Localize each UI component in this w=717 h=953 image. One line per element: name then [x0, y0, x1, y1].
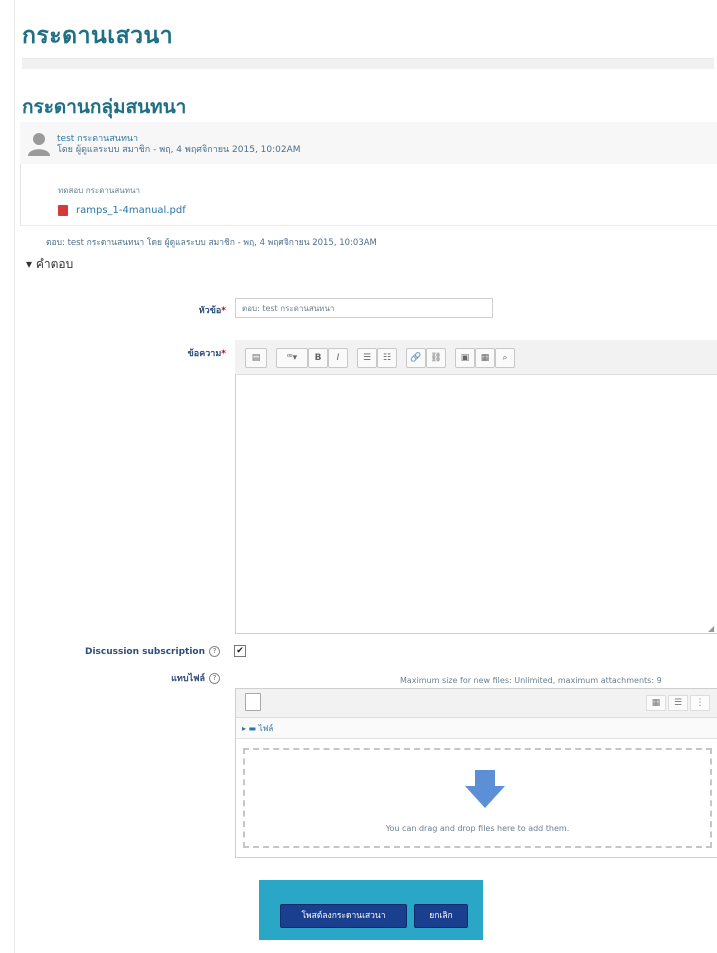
italic-button[interactable]: I: [328, 348, 348, 368]
file-manager-toolbar: [236, 689, 717, 718]
page-left-border: [14, 0, 15, 953]
help-icon[interactable]: ?: [209, 673, 220, 684]
subject-label: หัวข้อ*: [198, 306, 226, 316]
list-view-icon[interactable]: ☰: [668, 695, 688, 711]
pdf-file-icon: [58, 205, 68, 216]
reply-info: ตอบ: test กระดานสนทนา โดย ผู้ดูแลระบบ สม…: [46, 238, 377, 248]
reply-section-title: คำตอบ: [35, 257, 74, 271]
subject-input[interactable]: ตอบ: test กระดานสนทนา: [235, 298, 493, 318]
tree-view-icon[interactable]: ⋮: [690, 695, 710, 711]
folder-icon: ▸ ▬: [242, 724, 259, 733]
download-arrow-icon: [465, 770, 505, 808]
dropzone-text: You can drag and drop files here to add …: [385, 824, 570, 833]
title-separator: [22, 58, 714, 69]
bullet-list-button[interactable]: ☰: [357, 348, 377, 368]
image-icon[interactable]: ▣: [455, 348, 475, 368]
resize-handle-icon[interactable]: ◢: [708, 624, 714, 633]
forum-title: กระดานกลุ่มสนทนา: [22, 96, 187, 118]
paragraph-style-button[interactable]: ꟹ▾: [276, 348, 308, 368]
required-mark: *: [221, 349, 226, 359]
page-title: กระดานเสวนา: [22, 23, 174, 49]
post-byline: โดย ผู้ดูแลระบบ สมาชิก - พฤ, 4 พฤศจิกายน…: [57, 145, 301, 155]
max-size-note: Maximum size for new files: Unlimited, m…: [400, 676, 662, 685]
message-editor[interactable]: [235, 340, 717, 634]
link-icon[interactable]: 🔗: [406, 348, 426, 368]
file-path-bar: [236, 718, 717, 739]
user-avatar-icon[interactable]: [26, 130, 52, 156]
attachment-label: แทบไฟล์?: [120, 671, 220, 685]
folder-breadcrumb[interactable]: ▸ ▬ ไฟล์: [242, 722, 273, 735]
manage-files-icon[interactable]: ⌕: [495, 348, 515, 368]
cancel-button[interactable]: ยกเลิก: [414, 904, 468, 928]
unlink-icon[interactable]: ⛓: [426, 348, 446, 368]
bold-button[interactable]: B: [308, 348, 328, 368]
post-body: ทดสอบ กระดานสนทนา: [58, 186, 140, 195]
attachment-link[interactable]: ramps_1-4manual.pdf: [76, 205, 186, 216]
help-icon[interactable]: ?: [209, 646, 220, 657]
reply-section-toggle[interactable]: ▾ คำตอบ: [26, 255, 73, 274]
media-icon[interactable]: ▦: [475, 348, 495, 368]
subscription-checkbox[interactable]: ✔: [234, 645, 246, 657]
required-mark: *: [221, 306, 226, 316]
numbered-list-button[interactable]: ☷: [377, 348, 397, 368]
submit-post-button[interactable]: โพสต์ลงกระดานเสวนา: [280, 904, 407, 928]
toolbar-toggle-button[interactable]: ▤: [245, 348, 267, 368]
message-label: ข้อความ*: [187, 349, 226, 359]
subscription-label: Discussion subscription?: [40, 646, 220, 657]
add-file-icon[interactable]: [245, 693, 261, 711]
icon-view-icon[interactable]: ▦: [646, 695, 666, 711]
collapse-icon: ▾: [26, 257, 36, 271]
